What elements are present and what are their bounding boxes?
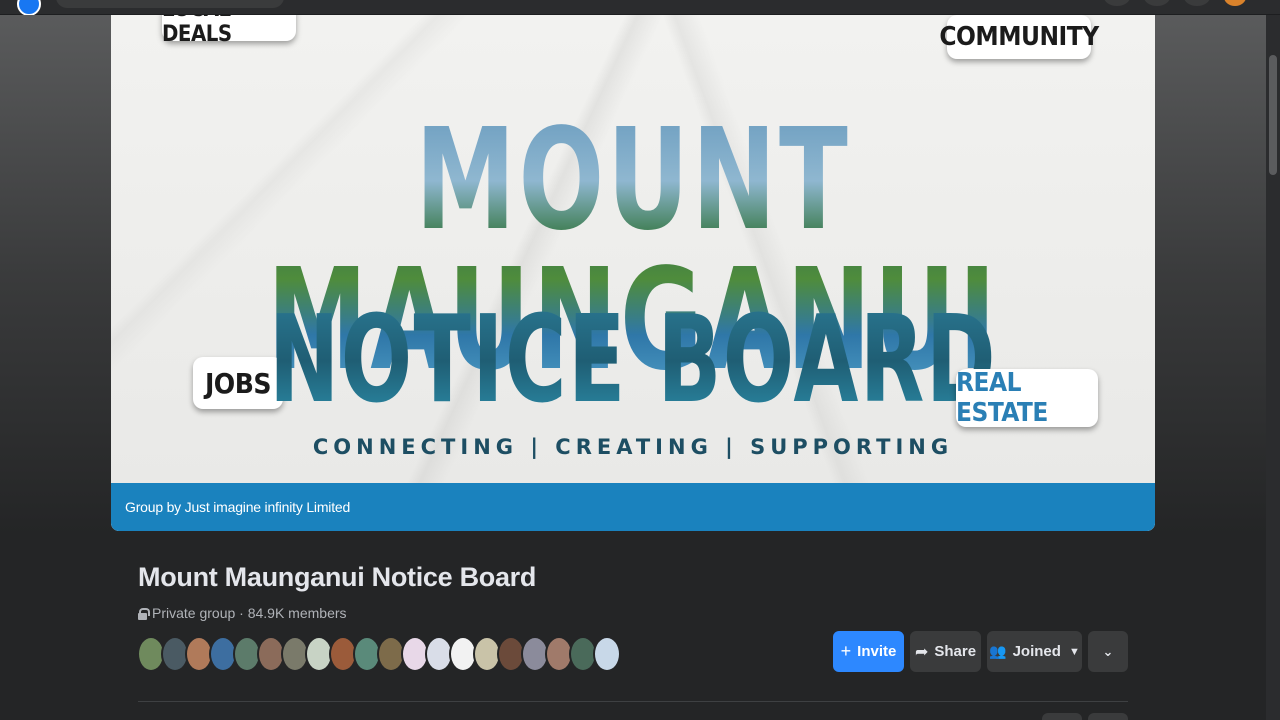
scrollbar-thumb[interactable]	[1269, 55, 1277, 175]
notifications-icon[interactable]	[1184, 0, 1210, 6]
invite-label: Invite	[857, 643, 897, 660]
cover-group-owner-banner[interactable]: Group by Just imagine infinity Limited	[111, 483, 1155, 531]
section-divider	[138, 701, 1128, 702]
account-avatar[interactable]	[1224, 0, 1246, 6]
member-avatars[interactable]	[137, 636, 621, 672]
member-avatar[interactable]	[593, 636, 621, 672]
joined-label: Joined	[1012, 643, 1061, 660]
group-meta: Private group · 84.9K members	[138, 605, 347, 621]
group-cover-photo[interactable]: LOCAL DEALS COMMUNITY MOUNT MAUNGANUI JO…	[111, 15, 1155, 531]
search-input[interactable]	[56, 0, 284, 8]
cover-tagline: CONNECTING | CREATING | SUPPORTING	[312, 435, 954, 459]
plus-icon: +	[840, 641, 852, 661]
search-group-button[interactable]	[1042, 713, 1082, 720]
menu-icon[interactable]	[1104, 0, 1130, 6]
group-title[interactable]: Mount Maunganui Notice Board	[138, 562, 536, 593]
cover-tag-local-deals: LOCAL DEALS	[162, 15, 296, 47]
group-options-button[interactable]	[1088, 713, 1128, 720]
invite-button[interactable]: + Invite	[833, 631, 904, 672]
people-icon: 👥	[989, 643, 1007, 659]
lock-icon	[138, 607, 150, 620]
share-icon: ➦	[914, 643, 929, 661]
page-scrollbar[interactable]	[1266, 15, 1280, 720]
cover-title-mid: NOTICE BOARD	[269, 291, 997, 430]
chevron-down-icon: ⌄	[1102, 643, 1114, 659]
group-privacy-members[interactable]: Private group · 84.9K members	[152, 605, 347, 621]
share-label: Share	[934, 643, 977, 660]
facebook-logo-icon[interactable]	[17, 0, 41, 16]
top-navigation-bar	[0, 0, 1280, 16]
joined-button[interactable]: 👥 Joined ▼	[987, 631, 1082, 672]
messenger-icon[interactable]	[1144, 0, 1170, 6]
more-options-button[interactable]: ⌄	[1088, 631, 1128, 672]
cover-footer-text[interactable]: Group by Just imagine infinity Limited	[125, 499, 350, 515]
caret-down-icon: ▼	[1068, 645, 1080, 658]
cover-tag-real-estate: REAL ESTATE	[956, 368, 1098, 428]
cover-tag-community: COMMUNITY	[939, 15, 1099, 59]
share-button[interactable]: ➦ Share	[910, 631, 981, 672]
